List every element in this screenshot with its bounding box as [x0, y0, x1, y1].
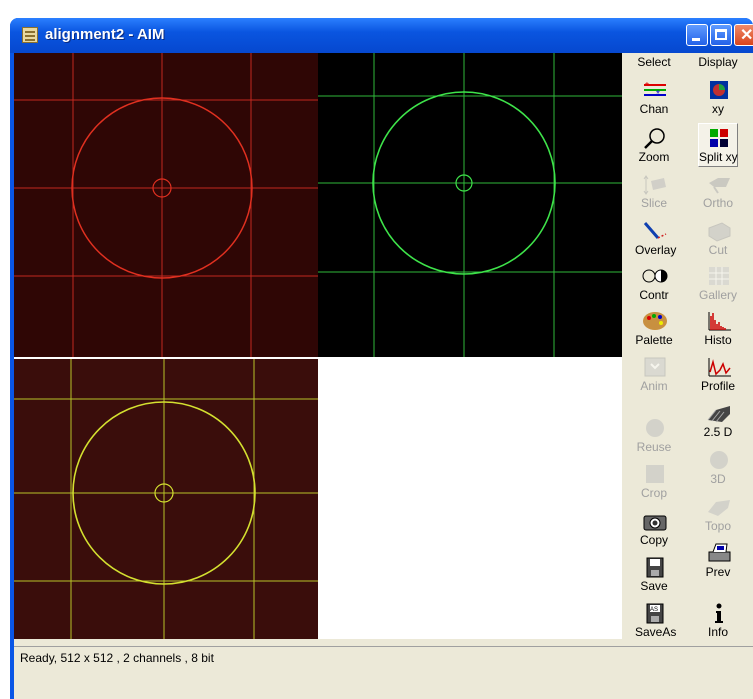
tool-copy[interactable]: Copy [634, 506, 674, 550]
tool-label: Save [640, 579, 668, 593]
status-bar: Ready, 512 x 512 , 2 channels , 8 bit [14, 646, 753, 671]
animation-icon [642, 356, 668, 378]
tool-label: Profile [700, 379, 735, 393]
tool-palette[interactable]: Palette [634, 306, 674, 350]
contrast-icon [642, 265, 668, 287]
print-preview-icon [706, 542, 732, 564]
tool-label: Topo [704, 519, 732, 533]
tool-contr[interactable]: Contr [634, 261, 674, 305]
slice-icon [642, 173, 668, 195]
image-view[interactable] [14, 53, 622, 639]
tool-label: Anim [640, 379, 668, 393]
tool-label: Slice [640, 196, 667, 210]
client-area: Select Display * * Chan Zoom Slice Overlay Con… [14, 53, 753, 699]
palette-icon [642, 310, 668, 332]
svg-text:*: * [645, 81, 649, 92]
histogram-icon [706, 310, 732, 332]
tool-label: Split xy [699, 150, 738, 164]
tool-label: Prev [705, 565, 731, 579]
tool-label: Info [707, 625, 728, 639]
document-icon [22, 27, 38, 43]
channel-2-pattern [318, 53, 622, 357]
tool-label: 2.5 D [703, 425, 733, 439]
info-icon [706, 602, 732, 624]
svg-text:AS: AS [650, 607, 658, 613]
tool-label: Ortho [702, 196, 733, 210]
tool-zoom[interactable]: Zoom [634, 123, 674, 167]
tool-label: Histo [704, 333, 732, 347]
tool-saveas[interactable]: AS SaveAs [634, 598, 677, 642]
tool-ortho[interactable]: Ortho [698, 169, 738, 213]
aim-window: alignment2 - AIM ✕ Select Display * * Ch… [10, 18, 753, 699]
channel-1-pattern [14, 53, 318, 357]
cut-icon [706, 220, 732, 242]
topo-icon [706, 496, 732, 518]
tool-histo[interactable]: Histo [698, 306, 738, 350]
magnifier-icon [642, 127, 668, 149]
tool-crop[interactable]: Crop [634, 459, 674, 503]
tool-label: Contr [639, 288, 669, 302]
profile-icon [706, 356, 732, 378]
tool-label: Palette [635, 333, 673, 347]
tool-profile[interactable]: Profile [698, 352, 738, 396]
pen-icon [642, 220, 668, 242]
3d-icon [706, 449, 732, 471]
image-merged[interactable] [14, 359, 318, 639]
xy-icon [706, 79, 732, 101]
tool-xy[interactable]: xy [698, 75, 738, 119]
gallery-icon [706, 265, 732, 287]
svg-text:*: * [656, 89, 660, 100]
tool-chan[interactable]: * * Chan [634, 75, 674, 119]
tool-label: Crop [640, 486, 667, 500]
tool-save[interactable]: Save [634, 552, 674, 596]
crop-icon [642, 463, 668, 485]
tool-topo[interactable]: Topo [698, 492, 738, 536]
reuse-icon [642, 417, 668, 439]
tool-label: Gallery [699, 288, 738, 302]
merged-pattern [14, 359, 318, 639]
tool-label: Zoom [638, 150, 670, 164]
tool-2-5-d[interactable]: 2.5 D [698, 398, 738, 442]
minimize-button[interactable] [686, 24, 708, 46]
image-channel-2[interactable] [318, 53, 622, 357]
floppy-icon [642, 556, 668, 578]
tool-label: Copy [639, 533, 668, 547]
tool-3d[interactable]: 3D [698, 445, 738, 489]
tool-gallery[interactable]: Gallery [698, 261, 738, 305]
display-header: Display [698, 55, 738, 69]
tool-label: Cut [708, 243, 728, 257]
split-xy-icon [706, 127, 732, 149]
tool-label: Reuse [636, 440, 672, 454]
tool-label: Chan [639, 102, 669, 116]
tool-label: 3D [710, 472, 726, 486]
camera-icon [642, 510, 668, 532]
tool-overlay[interactable]: Overlay [634, 216, 677, 260]
tool-slice[interactable]: Slice [634, 169, 674, 213]
select-header: Select [637, 55, 671, 69]
tool-cut[interactable]: Cut [698, 216, 738, 260]
window-title: alignment2 - AIM [45, 26, 165, 43]
toolbar: Select Display * * Chan Zoom Slice Overlay Con… [624, 53, 753, 639]
channels-icon: * * [642, 79, 668, 101]
title-bar[interactable]: alignment2 - AIM [10, 18, 753, 53]
surface-2-5d-icon [706, 402, 732, 424]
tool-label: SaveAs [635, 625, 677, 639]
tool-reuse[interactable]: Reuse [634, 413, 674, 457]
ortho-icon [706, 173, 732, 195]
close-button[interactable] [734, 24, 753, 46]
tool-info[interactable]: Info [698, 598, 738, 642]
tool-split-xy[interactable]: Split xy [698, 123, 738, 167]
image-channel-1[interactable] [14, 53, 318, 357]
floppy-as-icon: AS [642, 602, 668, 624]
maximize-button[interactable] [710, 24, 732, 46]
tool-label: Overlay [635, 243, 677, 257]
tool-prev[interactable]: Prev [698, 538, 738, 582]
status-text: Ready, 512 x 512 , 2 channels , 8 bit [20, 651, 214, 665]
tool-label: xy [712, 102, 724, 116]
tool-anim[interactable]: Anim [634, 352, 674, 396]
